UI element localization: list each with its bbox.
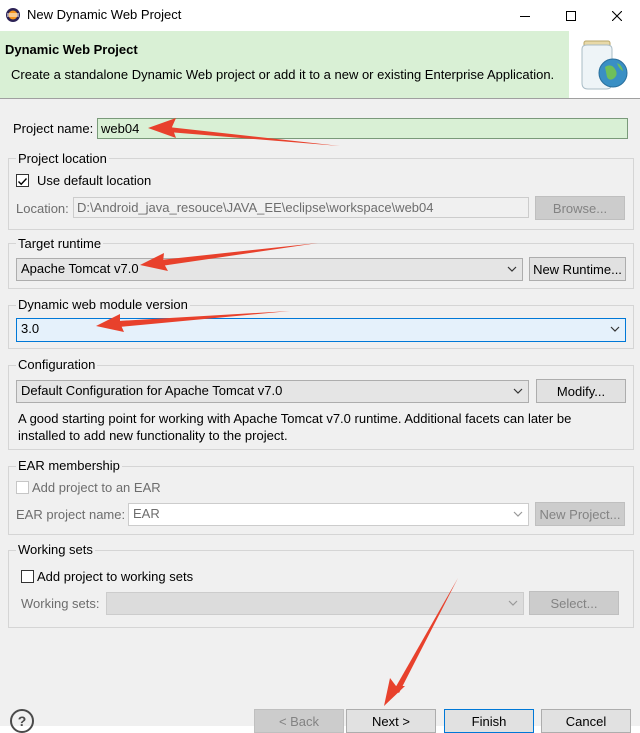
wizard-banner-image <box>569 31 640 98</box>
minimize-icon <box>520 15 530 17</box>
back-button[interactable]: < Back <box>254 709 344 733</box>
working-sets-label: Working sets <box>16 542 95 557</box>
add-to-ear-checkbox[interactable] <box>16 481 29 494</box>
working-sets-select[interactable] <box>106 592 524 615</box>
project-location-label: Project location <box>16 151 109 166</box>
project-name-input[interactable]: web04 <box>97 118 628 139</box>
chevron-down-icon <box>508 600 518 606</box>
new-runtime-button[interactable]: New Runtime... <box>529 257 626 281</box>
target-runtime-label: Target runtime <box>16 236 104 251</box>
configuration-label: Configuration <box>16 357 98 372</box>
browse-button[interactable]: Browse... <box>535 196 625 220</box>
web-module-version-select[interactable]: 3.0 <box>16 318 626 342</box>
working-sets-group <box>8 550 634 628</box>
web-module-version-label: Dynamic web module version <box>16 297 190 312</box>
web-module-version-value: 3.0 <box>21 321 40 336</box>
configuration-value: Default Configuration for Apache Tomcat … <box>21 383 283 398</box>
cancel-button[interactable]: Cancel <box>541 709 631 733</box>
use-default-location-checkbox[interactable] <box>16 174 29 187</box>
wizard-header: Dynamic Web Project Create a standalone … <box>0 31 640 98</box>
modify-button[interactable]: Modify... <box>536 379 626 403</box>
add-to-ear-label: Add project to an EAR <box>32 480 161 495</box>
target-runtime-value: Apache Tomcat v7.0 <box>21 261 139 276</box>
checkmark-icon <box>18 178 28 186</box>
ear-project-name-value: EAR <box>133 506 160 521</box>
location-input[interactable]: D:\Android_java_resouce\JAVA_EE\eclipse\… <box>73 197 529 218</box>
minimize-button[interactable] <box>502 0 548 31</box>
ear-membership-label: EAR membership <box>16 458 122 473</box>
chevron-down-icon <box>507 266 517 272</box>
configuration-description-line2: installed to add new functionality to th… <box>18 428 288 443</box>
project-name-label: Project name: <box>13 121 94 136</box>
wizard-description: Create a standalone Dynamic Web project … <box>11 67 555 82</box>
window-title: New Dynamic Web Project <box>27 7 182 22</box>
new-ear-project-button[interactable]: New Project... <box>535 502 625 526</box>
close-button[interactable] <box>594 0 640 31</box>
configuration-description-line1: A good starting point for working with A… <box>18 411 572 426</box>
add-to-working-sets-checkbox[interactable] <box>21 570 34 583</box>
eclipse-app-icon <box>6 8 20 22</box>
chevron-down-icon <box>513 511 523 517</box>
maximize-icon <box>566 10 576 21</box>
wizard-title: Dynamic Web Project <box>5 42 138 57</box>
chevron-down-icon <box>610 326 620 332</box>
next-button[interactable]: Next > <box>346 709 436 733</box>
target-runtime-select[interactable]: Apache Tomcat v7.0 <box>16 258 523 281</box>
chevron-down-icon <box>513 388 523 394</box>
globe-jar-icon <box>581 40 628 90</box>
finish-button[interactable]: Finish <box>444 709 534 733</box>
close-icon <box>612 10 622 21</box>
ear-project-name-label: EAR project name: <box>16 507 126 522</box>
help-icon[interactable]: ? <box>10 709 34 733</box>
select-working-sets-button[interactable]: Select... <box>529 591 619 615</box>
location-label: Location: <box>16 201 69 216</box>
title-bar: New Dynamic Web Project <box>0 0 640 31</box>
maximize-button[interactable] <box>548 0 594 31</box>
ear-project-name-select[interactable]: EAR <box>128 503 529 526</box>
configuration-select[interactable]: Default Configuration for Apache Tomcat … <box>16 380 529 403</box>
use-default-location-label: Use default location <box>37 173 152 188</box>
add-to-working-sets-label: Add project to working sets <box>37 569 194 584</box>
working-sets-field-label: Working sets: <box>21 596 100 611</box>
